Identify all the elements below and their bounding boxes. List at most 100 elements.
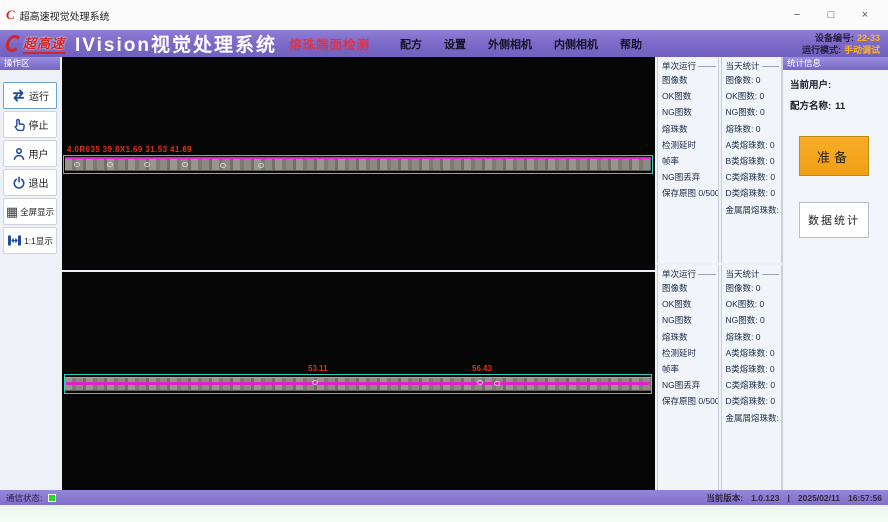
current-user-row: 当前用户: (790, 77, 888, 91)
app-subtitle: 熔珠端面检测 (289, 34, 370, 53)
stat-row: 帧率 (662, 361, 717, 377)
restore-button[interactable]: □ (814, 4, 848, 26)
daily-stats-rows: 图像数: 0OK图数: 0NG图数: 0熔珠数: 0A类熔珠数: 0B类熔珠数:… (726, 280, 781, 426)
user-button-label: 用户 (29, 146, 49, 161)
stat-row: 检测延时 (662, 345, 717, 361)
recipe-name-value: 11 (835, 101, 845, 112)
menu-item-settings[interactable]: 设置 (444, 36, 466, 52)
fullscreen-grid-icon: ▦ (6, 205, 18, 218)
comm-status-indicator (48, 494, 56, 502)
stat-row: 熔珠数 (662, 329, 717, 345)
stat-row: 检测延时 (662, 137, 717, 153)
single-run-stats-rows: 图像数OK图数NG图数熔珠数检测延时帧率NG图丢弃保存原图 0/500 (662, 72, 717, 202)
stat-row: A类熔珠数: 0 (726, 137, 781, 153)
stat-row: 帧率 (662, 153, 717, 169)
menu-item-help[interactable]: 帮助 (620, 36, 642, 52)
data-statistics-button[interactable]: 数据统计 (799, 202, 869, 238)
stat-row: NG图数: 0 (726, 312, 781, 328)
stat-row: 图像数: 0 (726, 280, 781, 296)
defect-mark (477, 380, 483, 385)
menu-item-outer-camera[interactable]: 外侧相机 (488, 36, 532, 52)
edge-trace-line (65, 157, 651, 159)
prepare-button[interactable]: 准备 (799, 136, 869, 176)
measurement-label: 53.11 (308, 364, 328, 373)
daily-stats-column: 当天统计 图像数: 0OK图数: 0NG图数: 0熔珠数: 0A类熔珠数: 0B… (721, 265, 783, 490)
device-info: 设备编号:22-33 运行模式:手动调试 (802, 32, 880, 56)
fullscreen-button[interactable]: ▦ 全屏显示 (3, 198, 57, 225)
defect-mark (74, 162, 80, 167)
status-bar: 通信状态: 当前版本: 1.0.123 | 2025/02/11 16:57:5… (0, 490, 888, 505)
stat-row: OK图数 (662, 88, 717, 104)
stat-row: 金属屑熔珠数: 0 (726, 410, 781, 426)
stat-row: B类熔珠数: 0 (726, 361, 781, 377)
stat-row: 图像数: 0 (726, 72, 781, 88)
brand-swoosh-icon (4, 35, 23, 52)
app-window: C 超高速视觉处理系统 − □ × 超高速 IVision视觉处理系统 熔珠端面… (0, 0, 888, 522)
stat-row: OK图数 (662, 296, 717, 312)
sidebar-header: 操作区 (0, 57, 60, 70)
version-value: 1.0.123 (751, 493, 779, 503)
stat-row: 金属屑熔珠数: 0 (726, 202, 781, 218)
stat-row: OK图数: 0 (726, 88, 781, 104)
stat-row: NG图数 (662, 312, 717, 328)
stat-row: 保存原图 0/500 (662, 393, 717, 409)
info-panel: 统计信息 当前用户: 配方名称:11 准备 数据统计 (782, 57, 888, 490)
stat-row: NG图丢弃 (662, 377, 717, 393)
stat-row: NG图数: 0 (726, 104, 781, 120)
single-run-title: 单次运行 (662, 268, 696, 280)
recipe-name-row: 配方名称:11 (790, 98, 888, 112)
defect-mark (182, 162, 188, 167)
defect-mark (220, 163, 226, 168)
minimize-button[interactable]: − (780, 4, 814, 26)
single-run-title: 单次运行 (662, 60, 696, 72)
stat-row: A类熔珠数: 0 (726, 345, 781, 361)
desktop-strip (0, 505, 888, 522)
stat-row: 图像数 (662, 280, 717, 296)
stat-row: B类熔珠数: 0 (726, 153, 781, 169)
daily-stats-rows: 图像数: 0OK图数: 0NG图数: 0熔珠数: 0A类熔珠数: 0B类熔珠数:… (726, 72, 781, 218)
stop-button[interactable]: 停止 (3, 111, 57, 138)
user-icon (12, 147, 26, 161)
defect-mark (144, 162, 150, 167)
stats-panel-bottom: 单次运行 图像数OK图数NG图数熔珠数检测延时帧率NG图丢弃保存原图 0/500… (657, 265, 782, 490)
run-cycle-icon (11, 89, 26, 102)
exit-button[interactable]: 退出 (3, 169, 57, 196)
single-run-stats-column: 单次运行 图像数OK图数NG图数熔珠数检测延时帧率NG图丢弃保存原图 0/500 (657, 57, 719, 263)
daily-stats-title: 当天统计 (726, 268, 760, 280)
one-to-one-button[interactable]: 1:1显示 (3, 227, 57, 254)
defect-mark (494, 381, 500, 386)
stop-button-label: 停止 (29, 117, 49, 132)
run-button[interactable]: 运行 (3, 82, 57, 109)
stat-row: C类熔珠数: 0 (726, 169, 781, 185)
status-time: 16:57:56 (848, 493, 882, 503)
defect-mark (312, 380, 318, 385)
defect-mark (107, 162, 113, 167)
daily-stats-header: 当天统计 (726, 60, 781, 72)
one-to-one-button-label: 1:1显示 (24, 235, 53, 247)
stat-row: 图像数 (662, 72, 717, 88)
stat-row: OK图数: 0 (726, 296, 781, 312)
status-separator: | (788, 493, 790, 503)
status-date: 2025/02/11 (798, 493, 840, 503)
app-logo-icon: C (6, 7, 15, 23)
power-icon (12, 176, 26, 190)
menu-item-recipe[interactable]: 配方 (400, 36, 422, 52)
close-button[interactable]: × (848, 4, 882, 26)
brand-logo-text: 超高速 (23, 33, 65, 54)
comm-status-label: 通信状态: (6, 492, 42, 504)
stat-row: D类熔珠数: 0 (726, 185, 781, 201)
menu-item-inner-camera[interactable]: 内侧相机 (554, 36, 598, 52)
menu-bar: 配方 设置 外侧相机 内侧相机 帮助 (400, 36, 642, 52)
edge-trace-line (66, 382, 650, 385)
camera-viewport-top: 4.0R035 39.8X1.69 31.53 41.69 (62, 57, 655, 270)
user-button[interactable]: 用户 (3, 140, 57, 167)
device-number-label: 设备编号: (815, 33, 854, 43)
run-mode-label: 运行模式: (802, 45, 841, 55)
app-title: IVision视觉处理系统 (75, 30, 277, 57)
status-bar-right: 当前版本: 1.0.123 | 2025/02/11 16:57:56 (706, 492, 882, 504)
weld-strip-image (65, 158, 651, 171)
single-run-stats-rows: 图像数OK图数NG图数熔珠数检测延时帧率NG图丢弃保存原图 0/500 (662, 280, 717, 410)
stat-row: D类熔珠数: 0 (726, 393, 781, 409)
stat-row: NG图丢弃 (662, 169, 717, 185)
window-title: 超高速视觉处理系统 (20, 8, 110, 23)
